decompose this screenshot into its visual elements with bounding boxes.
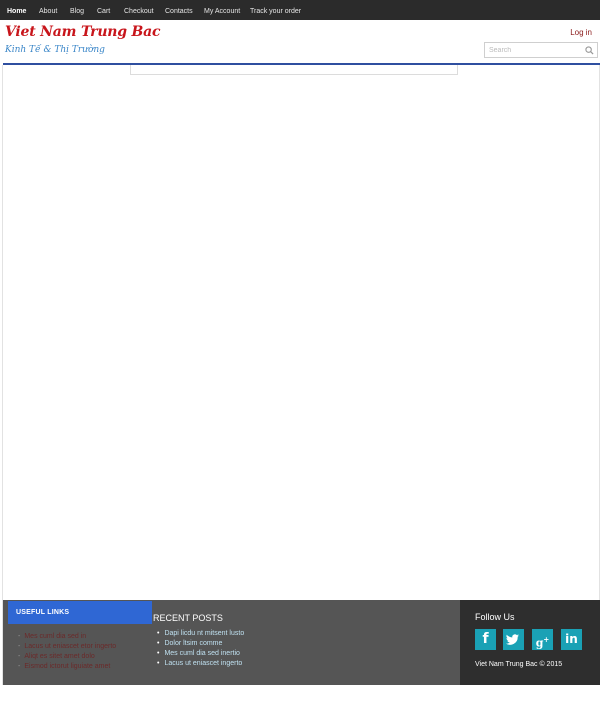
twitter-icon[interactable] xyxy=(503,629,524,650)
useful-link-item[interactable]: Lacus ut eniascet etor ingerto xyxy=(18,642,116,652)
useful-link-item[interactable]: Aliqt es sitet amet dolo xyxy=(18,652,116,662)
nav-cart[interactable]: Cart xyxy=(97,0,110,20)
useful-link-item[interactable]: Eismod ictorut liguiate amet xyxy=(18,662,116,672)
useful-links-heading: USEFUL LINKS xyxy=(8,601,152,624)
recent-post-item[interactable]: Dolor ltsim comme xyxy=(157,639,244,649)
recent-post-item[interactable]: Mes cuml dia sed inertio xyxy=(157,649,244,659)
nav-track-order[interactable]: Track your order xyxy=(250,0,301,20)
nav-my-account[interactable]: My Account xyxy=(204,0,240,20)
page-frame xyxy=(2,65,600,685)
footer-copyright: Viet Nam Trung Bac © 2015 xyxy=(475,661,563,668)
nav-contacts[interactable]: Contacts xyxy=(165,0,193,20)
follow-us-heading: Follow Us xyxy=(475,612,515,622)
login-link[interactable]: Log in xyxy=(570,28,592,37)
facebook-icon[interactable]: f xyxy=(475,629,496,650)
google-plus-icon[interactable]: g+ xyxy=(532,629,553,650)
site-logo-title[interactable]: Viet Nam Trung Bac xyxy=(5,24,161,40)
useful-links-list: Mes cuml dia sed in Lacus ut eniascet et… xyxy=(18,632,116,672)
search-box xyxy=(484,42,598,58)
recent-posts-heading: RECENT POSTS xyxy=(153,613,223,623)
nav-about[interactable]: About xyxy=(39,0,57,20)
site-tagline: Kinh Tế & Thị Trường xyxy=(5,45,105,55)
main-content-box xyxy=(130,65,458,75)
nav-checkout[interactable]: Checkout xyxy=(124,0,154,20)
linkedin-icon[interactable]: in xyxy=(561,629,582,650)
search-icon[interactable] xyxy=(585,46,594,55)
nav-blog[interactable]: Blog xyxy=(70,0,84,20)
nav-home[interactable]: Home xyxy=(7,0,26,20)
recent-posts-list: Dapi licdu nt mitsent lusto Dolor ltsim … xyxy=(157,629,244,669)
useful-link-item[interactable]: Mes cuml dia sed in xyxy=(18,632,116,642)
recent-post-item[interactable]: Dapi licdu nt mitsent lusto xyxy=(157,629,244,639)
recent-post-item[interactable]: Lacus ut eniascet ingerto xyxy=(157,659,244,669)
search-input[interactable] xyxy=(489,45,579,55)
top-nav-bar: Home About Blog Cart Checkout Contacts M… xyxy=(0,0,600,20)
